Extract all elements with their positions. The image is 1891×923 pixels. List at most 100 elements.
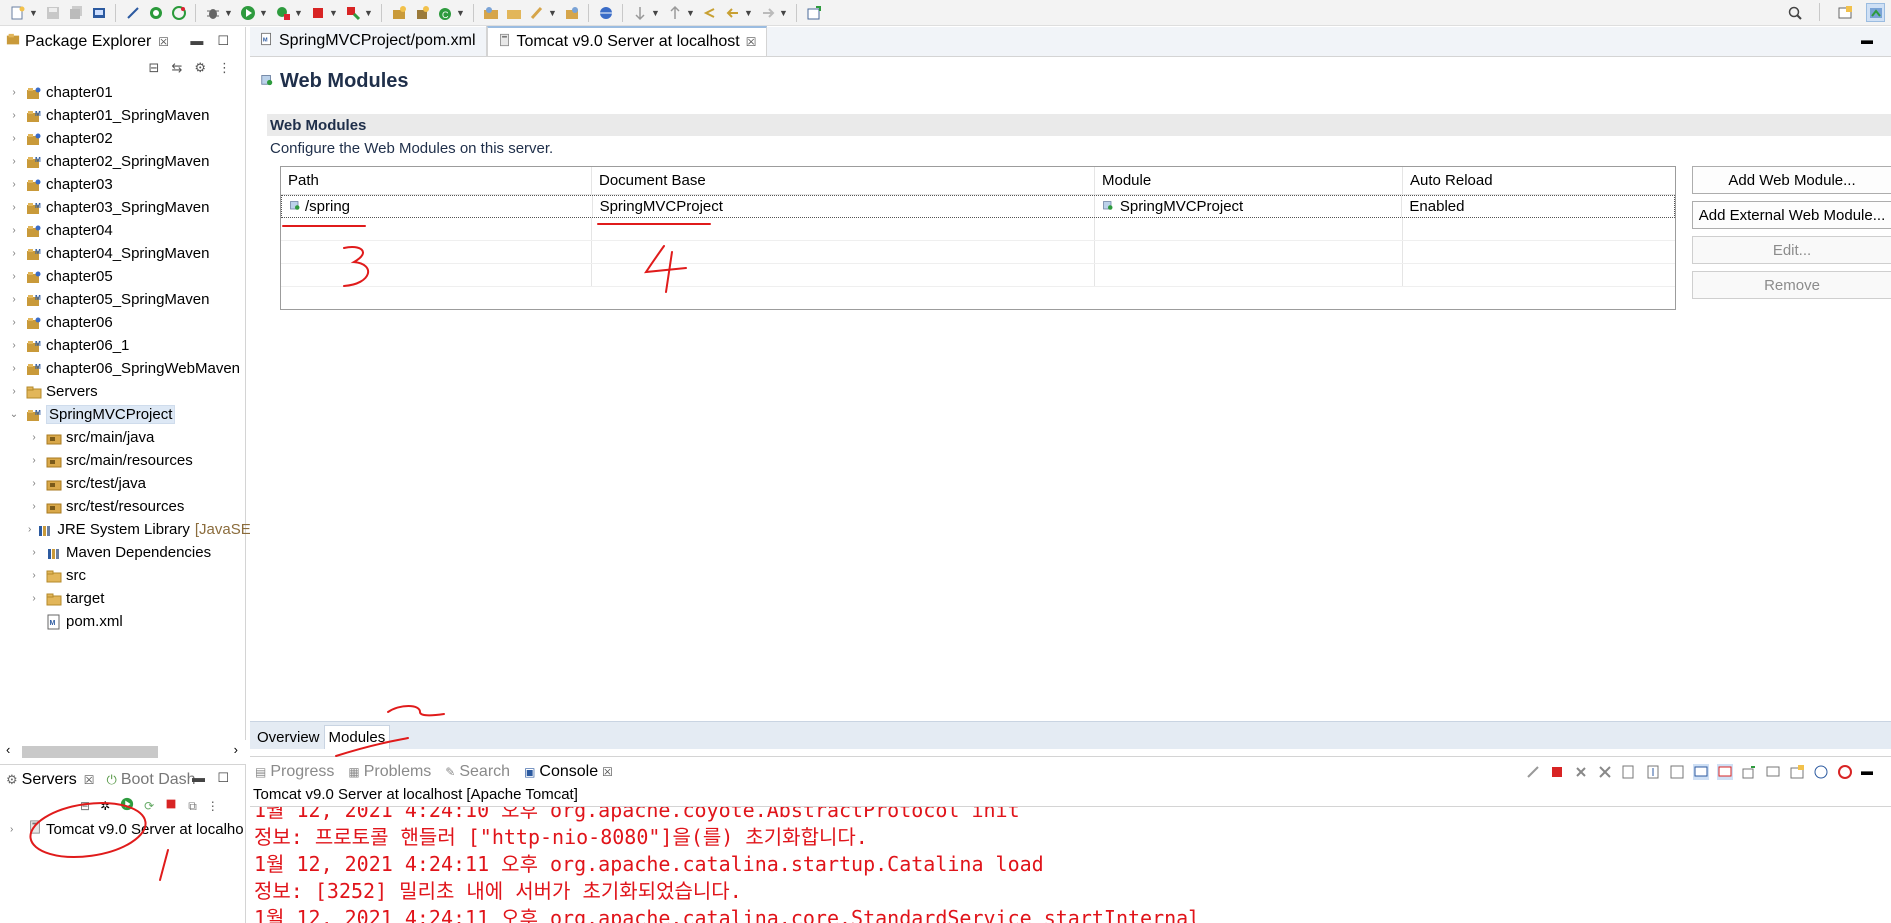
chevron-down-icon[interactable]: ▼ bbox=[548, 8, 557, 18]
tree-item[interactable]: › src/main/resources bbox=[0, 449, 245, 472]
tree-item[interactable]: › src/test/java bbox=[0, 472, 245, 495]
external-tools-icon[interactable] bbox=[343, 3, 362, 22]
run-on-server-icon[interactable] bbox=[146, 3, 165, 22]
tree-item[interactable]: › chapter02 bbox=[0, 127, 245, 150]
close-icon[interactable]: ☒ bbox=[158, 35, 169, 49]
tree-item[interactable]: › chapter05 bbox=[0, 265, 245, 288]
chevron-right-icon[interactable]: › bbox=[8, 179, 20, 190]
search-icon[interactable] bbox=[1785, 3, 1804, 22]
tree-item[interactable]: › src bbox=[0, 564, 245, 587]
forward-icon[interactable] bbox=[758, 3, 777, 22]
close-icon[interactable]: ☒ bbox=[84, 773, 95, 787]
tab-progress[interactable]: ▤ Progress bbox=[255, 763, 334, 781]
tree-item[interactable]: › chapter04 bbox=[0, 219, 245, 242]
view-menu-icon[interactable]: ⋮ bbox=[207, 799, 219, 813]
tab-modules[interactable]: Modules bbox=[323, 725, 391, 749]
ant-icon[interactable] bbox=[1837, 764, 1853, 780]
remove-launch-icon[interactable] bbox=[1573, 764, 1589, 780]
perspective-icon[interactable] bbox=[1835, 3, 1854, 22]
open-task-icon[interactable] bbox=[504, 3, 523, 22]
chevron-right-icon[interactable]: › bbox=[28, 547, 40, 558]
tree-item[interactable]: Mpom.xml bbox=[0, 610, 245, 633]
chevron-right-icon[interactable]: › bbox=[8, 133, 20, 144]
table-row[interactable]: /spring SpringMVCProject SpringMVCProjec… bbox=[281, 195, 1675, 218]
chevron-down-icon[interactable]: ▼ bbox=[456, 8, 465, 18]
chevron-down-icon[interactable]: ▼ bbox=[364, 8, 373, 18]
start-server-icon[interactable] bbox=[120, 797, 134, 815]
horizontal-scrollbar[interactable]: ‹ › bbox=[0, 740, 246, 762]
filter-icon[interactable]: ⚙ bbox=[194, 60, 206, 76]
chevron-right-icon[interactable]: › bbox=[28, 455, 40, 466]
tab-console[interactable]: ▣ Console ☒ bbox=[524, 763, 613, 781]
chevron-right-icon[interactable]: › bbox=[8, 386, 20, 397]
chevron-right-icon[interactable]: › bbox=[8, 202, 20, 213]
new-icon[interactable] bbox=[8, 3, 27, 22]
minimize-icon[interactable]: ▬ bbox=[190, 33, 203, 49]
remove-all-icon[interactable] bbox=[1597, 764, 1613, 780]
scroll-left-icon[interactable]: ‹ bbox=[6, 742, 10, 757]
view-menu-icon[interactable] bbox=[1813, 764, 1829, 780]
stop-server-icon[interactable] bbox=[164, 797, 178, 815]
chevron-right-icon[interactable]: › bbox=[28, 432, 40, 443]
tab-overview[interactable]: Overview bbox=[253, 725, 324, 749]
new-class-icon[interactable]: C bbox=[435, 3, 454, 22]
save-icon[interactable] bbox=[43, 3, 62, 22]
maximize-icon[interactable]: ☐ bbox=[217, 770, 229, 786]
open-perspective-icon[interactable] bbox=[562, 3, 581, 22]
chevron-down-icon[interactable]: ▼ bbox=[651, 8, 660, 18]
tree-item[interactable]: › Mchapter05_SpringMaven bbox=[0, 288, 245, 311]
column-header-document-base[interactable]: Document Base bbox=[592, 167, 1095, 194]
chevron-right-icon[interactable]: › bbox=[8, 363, 20, 374]
previous-annotation-icon[interactable] bbox=[665, 3, 684, 22]
scrollbar-thumb[interactable] bbox=[22, 746, 158, 758]
save-all-icon[interactable] bbox=[66, 3, 85, 22]
chevron-right-icon[interactable]: › bbox=[28, 570, 40, 581]
tree-item[interactable]: › src/test/resources bbox=[0, 495, 245, 518]
terminate-icon[interactable] bbox=[1549, 764, 1565, 780]
debug-icon[interactable] bbox=[203, 3, 222, 22]
tree-item[interactable]: › src/main/java bbox=[0, 426, 245, 449]
chevron-down-icon[interactable]: ▼ bbox=[29, 8, 38, 18]
stop-icon[interactable] bbox=[308, 3, 327, 22]
tree-item[interactable]: › Mchapter06_SpringWebMaven bbox=[0, 357, 245, 380]
java-ee-perspective-icon[interactable] bbox=[1866, 3, 1885, 22]
add-web-module-button[interactable]: Add Web Module... bbox=[1692, 166, 1891, 194]
tab-servers[interactable]: Servers bbox=[22, 771, 77, 789]
tree-item[interactable]: ⌄ M SpringMVCProject bbox=[0, 403, 245, 426]
chevron-right-icon[interactable]: › bbox=[8, 87, 20, 98]
collapse-icon[interactable]: ⊟ bbox=[80, 799, 90, 813]
chevron-right-icon[interactable]: › bbox=[28, 478, 40, 489]
tree-item[interactable]: › JRE System Library [JavaSE bbox=[0, 518, 251, 541]
column-header-auto-reload[interactable]: Auto Reload bbox=[1403, 167, 1675, 194]
new-package-icon[interactable] bbox=[412, 3, 431, 22]
chevron-right-icon[interactable]: › bbox=[8, 110, 20, 121]
package-explorer-tab[interactable]: Package Explorer ☒ ▬ ☐ bbox=[0, 27, 245, 57]
minimize-icon[interactable]: ▬ bbox=[1861, 33, 1873, 47]
show-on-stderr-icon[interactable] bbox=[1717, 764, 1733, 780]
link-with-editor-icon[interactable]: ⇆ bbox=[171, 60, 182, 76]
word-wrap-icon[interactable] bbox=[1669, 764, 1685, 780]
chevron-right-icon[interactable]: › bbox=[8, 156, 20, 167]
chevron-right-icon[interactable]: › bbox=[8, 225, 20, 236]
tree-item[interactable]: › Mchapter06_1 bbox=[0, 334, 245, 357]
scroll-lock-icon[interactable] bbox=[1645, 764, 1661, 780]
chevron-right-icon[interactable]: › bbox=[8, 271, 20, 282]
tab-boot-dash[interactable]: Boot Dash bbox=[121, 771, 196, 789]
tab-search[interactable]: ✎ Search bbox=[445, 763, 510, 781]
tree-item[interactable]: › Mchapter01_SpringMaven bbox=[0, 104, 245, 127]
chevron-down-icon[interactable]: ▼ bbox=[779, 8, 788, 18]
new-java-project-icon[interactable] bbox=[389, 3, 408, 22]
last-edit-icon[interactable] bbox=[700, 3, 719, 22]
collapse-all-icon[interactable]: ⊟ bbox=[149, 60, 160, 76]
debug-server-icon[interactable]: ✲ bbox=[100, 799, 110, 813]
print-icon[interactable] bbox=[89, 3, 108, 22]
open-console-icon[interactable] bbox=[1789, 764, 1805, 780]
tab-tomcat-server[interactable]: Tomcat v9.0 Server at localhost ☒ bbox=[486, 26, 768, 56]
chevron-down-icon[interactable]: ▼ bbox=[259, 8, 268, 18]
chevron-down-icon[interactable]: ⌄ bbox=[8, 409, 20, 420]
skip-breakpoints-icon[interactable] bbox=[123, 3, 142, 22]
publish-icon[interactable]: ⧉ bbox=[188, 799, 197, 814]
remove-button[interactable]: Remove bbox=[1692, 271, 1891, 299]
search-icon[interactable] bbox=[527, 3, 546, 22]
server-item[interactable]: › Tomcat v9.0 Server at localho bbox=[0, 817, 245, 841]
